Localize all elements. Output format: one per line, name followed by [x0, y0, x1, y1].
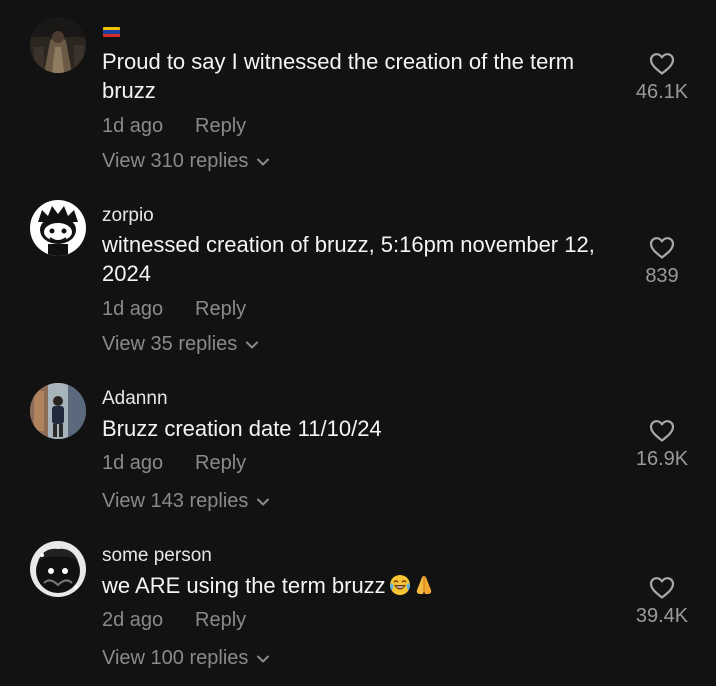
username[interactable]: some person: [102, 545, 212, 567]
view-replies-button[interactable]: View 310 replies: [102, 150, 270, 173]
comment-text-content: we ARE using the term bruzz: [102, 573, 386, 598]
praying-hands-emoji-icon: [416, 576, 431, 594]
like-button[interactable]: 46.1K: [617, 52, 707, 104]
view-replies-label: View 310 replies: [102, 150, 249, 172]
heart-icon: [649, 577, 675, 599]
chevron-down-icon: [257, 498, 270, 505]
view-replies-button[interactable]: View 35 replies: [102, 333, 259, 356]
reply-button[interactable]: Reply: [195, 298, 246, 321]
laughing-emoji-icon: [389, 575, 410, 595]
chevron-down-icon: [246, 341, 259, 348]
like-count: 839: [645, 265, 679, 287]
reply-button[interactable]: Reply: [195, 452, 246, 475]
like-count: 16.9K: [635, 448, 689, 470]
comment-meta: 1d ago Reply: [102, 298, 246, 321]
view-replies-label: View 35 replies: [102, 333, 238, 355]
comment-meta: 2d ago Reply: [102, 609, 246, 632]
reply-button[interactable]: Reply: [195, 609, 246, 632]
chevron-down-icon: [257, 655, 270, 662]
like-button[interactable]: 39.4K: [617, 576, 707, 628]
comment-text: witnessed creation of bruzz, 5:16pm nove…: [102, 232, 595, 286]
avatar[interactable]: [30, 541, 86, 597]
like-button[interactable]: 839: [617, 236, 707, 288]
heart-icon: [649, 237, 675, 259]
comment-text: Proud to say I witnessed the creation of…: [102, 49, 575, 103]
like-count: 46.1K: [635, 81, 689, 103]
avatar[interactable]: [30, 200, 86, 256]
username[interactable]: Adannn: [102, 388, 168, 410]
reply-button[interactable]: Reply: [195, 115, 246, 138]
comment-text: Bruzz creation date 11/10/24: [102, 416, 382, 441]
comment-time: 1d ago: [102, 115, 164, 137]
chevron-down-icon: [257, 158, 270, 165]
heart-icon: [649, 53, 675, 75]
username[interactable]: zorpio: [102, 205, 154, 227]
view-replies-label: View 100 replies: [102, 647, 249, 669]
like-button[interactable]: 16.9K: [617, 419, 707, 471]
flag-icon: [103, 27, 120, 37]
avatar[interactable]: [30, 17, 86, 73]
view-replies-button[interactable]: View 100 replies: [102, 647, 270, 670]
avatar[interactable]: [30, 383, 86, 439]
view-replies-label: View 143 replies: [102, 490, 249, 512]
like-count: 39.4K: [635, 605, 689, 627]
comment-time: 1d ago: [102, 298, 164, 320]
comment-meta: 1d ago Reply: [102, 452, 246, 475]
comment-text: we ARE using the term bruzz: [102, 571, 622, 600]
comment-meta: 1d ago Reply: [102, 115, 246, 138]
view-replies-button[interactable]: View 143 replies: [102, 490, 270, 513]
comment-time: 1d ago: [102, 452, 164, 474]
heart-icon: [649, 420, 675, 442]
comment-time: 2d ago: [102, 609, 164, 631]
